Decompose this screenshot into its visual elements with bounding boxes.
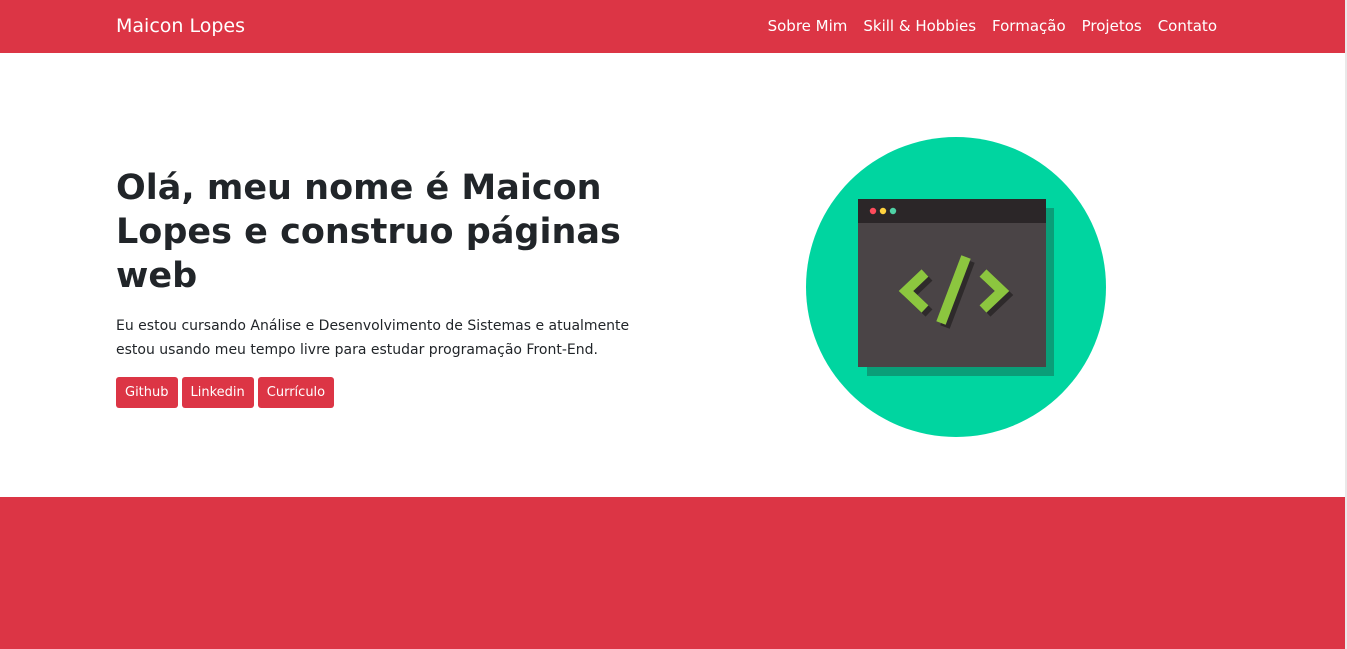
hero-title: Olá, meu nome é Maicon Lopes e construo … <box>116 168 621 296</box>
nav-link-contato[interactable]: Contato <box>1158 16 1217 36</box>
window-titlebar <box>858 199 1046 223</box>
nav-link-skill-hobbies[interactable]: Skill & Hobbies <box>863 16 976 36</box>
nav-link-formacao[interactable]: Formação <box>992 16 1066 36</box>
hero-description: Eu estou cursando Análise e Desenvolvime… <box>116 318 630 358</box>
window-dot-yellow <box>879 207 887 215</box>
code-window-icon <box>806 137 1106 437</box>
next-section-band <box>0 497 1345 649</box>
curriculo-button[interactable]: Currículo <box>257 377 335 408</box>
github-button[interactable]: Github <box>116 377 178 408</box>
window-dot-green <box>889 207 897 215</box>
navbar: Maicon Lopes Sobre Mim Skill & Hobbies F… <box>0 0 1347 53</box>
hero-buttons: Github Linkedin Currículo <box>116 377 335 408</box>
window-dot-red <box>869 207 877 215</box>
nav-links: Sobre Mim Skill & Hobbies Formação Proje… <box>768 16 1217 36</box>
brand-link[interactable]: Maicon Lopes <box>116 14 245 38</box>
hero-section: Olá, meu nome é Maicon Lopes e construo … <box>0 53 1345 497</box>
nav-link-sobre-mim[interactable]: Sobre Mim <box>768 16 848 36</box>
nav-link-projetos[interactable]: Projetos <box>1082 16 1142 36</box>
linkedin-button[interactable]: Linkedin <box>181 377 254 408</box>
